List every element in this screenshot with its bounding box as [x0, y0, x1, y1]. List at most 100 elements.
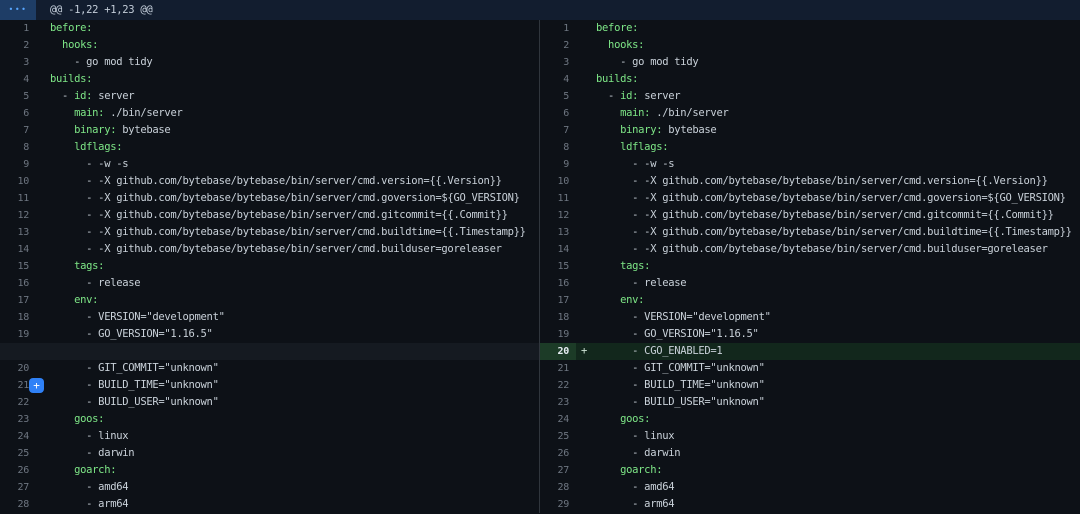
- diff-line: 27 goarch:: [540, 462, 1080, 479]
- line-number[interactable]: 14: [540, 241, 576, 258]
- diff-line: 17 env:: [540, 292, 1080, 309]
- diff-line: 25 - linux: [540, 428, 1080, 445]
- line-number[interactable]: 7: [540, 122, 576, 139]
- diff-line: 6 main: ./bin/server: [0, 105, 539, 122]
- line-number[interactable]: 22: [540, 377, 576, 394]
- line-number[interactable]: 6: [540, 105, 576, 122]
- diff-line: 15 tags:: [540, 258, 1080, 275]
- line-number[interactable]: 11: [540, 190, 576, 207]
- diff-marker: [36, 105, 50, 122]
- code-text: goos:: [50, 411, 104, 428]
- line-number[interactable]: 8: [540, 139, 576, 156]
- hunk-header-bar: ••• @@ -1,22 +1,23 @@: [0, 0, 1080, 20]
- line-number[interactable]: 21: [540, 360, 576, 377]
- diff-marker: [576, 241, 596, 258]
- diff-line: 12 - -X github.com/bytebase/bytebase/bin…: [0, 207, 539, 224]
- line-number[interactable]: 26: [540, 445, 576, 462]
- line-number[interactable]: 18: [0, 309, 36, 326]
- line-number[interactable]: 23: [540, 394, 576, 411]
- line-number[interactable]: 28: [0, 496, 36, 513]
- line-number[interactable]: 19: [0, 326, 36, 343]
- add-comment-button[interactable]: +: [29, 378, 44, 393]
- line-number[interactable]: 11: [0, 190, 36, 207]
- diff-pane-new: 1before:2 hooks:3 - go mod tidy4builds:5…: [540, 20, 1080, 513]
- line-number[interactable]: 10: [540, 173, 576, 190]
- diff-marker: [36, 292, 50, 309]
- line-number[interactable]: 28: [540, 479, 576, 496]
- line-number[interactable]: 14: [0, 241, 36, 258]
- line-number[interactable]: 29: [540, 496, 576, 513]
- line-number[interactable]: 4: [540, 71, 576, 88]
- line-number[interactable]: 25: [540, 428, 576, 445]
- code-text: - -X github.com/bytebase/bytebase/bin/se…: [596, 224, 1072, 241]
- line-number[interactable]: 17: [540, 292, 576, 309]
- code-text: goarch:: [596, 462, 662, 479]
- code-text: - -w -s: [596, 156, 674, 173]
- diff-marker: [36, 139, 50, 156]
- line-number[interactable]: 15: [0, 258, 36, 275]
- line-number[interactable]: 20: [540, 343, 576, 360]
- line-number[interactable]: 17: [0, 292, 36, 309]
- line-number[interactable]: 18: [540, 309, 576, 326]
- code-text: - GO_VERSION="1.16.5": [50, 326, 213, 343]
- line-number[interactable]: 15: [540, 258, 576, 275]
- line-number[interactable]: 16: [540, 275, 576, 292]
- line-number[interactable]: 25: [0, 445, 36, 462]
- line-number[interactable]: 1: [0, 20, 36, 37]
- line-number[interactable]: 7: [0, 122, 36, 139]
- line-number[interactable]: 1: [540, 20, 576, 37]
- split-diff: 1before:2 hooks:3 - go mod tidy4builds:5…: [0, 20, 1080, 513]
- diff-line: 8 ldflags:: [540, 139, 1080, 156]
- diff-marker: [576, 173, 596, 190]
- line-number[interactable]: 4: [0, 71, 36, 88]
- line-number[interactable]: 2: [540, 37, 576, 54]
- line-number[interactable]: 22: [0, 394, 36, 411]
- line-number[interactable]: 10: [0, 173, 36, 190]
- line-number[interactable]: 12: [0, 207, 36, 224]
- line-number[interactable]: 5: [0, 88, 36, 105]
- diff-line: 18 - VERSION="development": [540, 309, 1080, 326]
- diff-marker: [576, 496, 596, 513]
- diff-marker: [576, 190, 596, 207]
- line-number[interactable]: 26: [0, 462, 36, 479]
- diff-line: 21 - BUILD_TIME="unknown"+: [0, 377, 539, 394]
- code-text: - darwin: [50, 445, 134, 462]
- diff-line: 14 - -X github.com/bytebase/bytebase/bin…: [0, 241, 539, 258]
- line-number[interactable]: 3: [0, 54, 36, 71]
- line-number[interactable]: 23: [0, 411, 36, 428]
- line-number[interactable]: 20: [0, 360, 36, 377]
- line-number[interactable]: 24: [540, 411, 576, 428]
- line-number[interactable]: 13: [540, 224, 576, 241]
- diff-marker: [36, 173, 50, 190]
- diff-line: 8 ldflags:: [0, 139, 539, 156]
- line-number[interactable]: 13: [0, 224, 36, 241]
- line-number[interactable]: 24: [0, 428, 36, 445]
- line-number[interactable]: 27: [540, 462, 576, 479]
- line-number[interactable]: 19: [540, 326, 576, 343]
- line-number[interactable]: 2: [0, 37, 36, 54]
- diff-marker: [36, 275, 50, 292]
- line-number[interactable]: 27: [0, 479, 36, 496]
- line-number[interactable]: 8: [0, 139, 36, 156]
- line-number[interactable]: 3: [540, 54, 576, 71]
- line-number[interactable]: 9: [540, 156, 576, 173]
- line-number[interactable]: 16: [0, 275, 36, 292]
- code-text: - release: [50, 275, 140, 292]
- diff-marker: [36, 207, 50, 224]
- diff-line: 7 binary: bytebase: [540, 122, 1080, 139]
- diff-marker: [36, 37, 50, 54]
- diff-marker: [36, 309, 50, 326]
- line-number[interactable]: 6: [0, 105, 36, 122]
- hunk-header-text: @@ -1,22 +1,23 @@: [36, 0, 152, 20]
- code-text: env:: [50, 292, 98, 309]
- diff-line: 18 - VERSION="development": [0, 309, 539, 326]
- diff-line-filler: [0, 343, 539, 360]
- expand-diff-button[interactable]: •••: [0, 0, 36, 20]
- code-text: - id: server: [596, 88, 680, 105]
- diff-marker: [576, 258, 596, 275]
- line-number[interactable]: 9: [0, 156, 36, 173]
- line-number[interactable]: 12: [540, 207, 576, 224]
- diff-line: 19 - GO_VERSION="1.16.5": [0, 326, 539, 343]
- code-text: - GIT_COMMIT="unknown": [596, 360, 765, 377]
- line-number[interactable]: 5: [540, 88, 576, 105]
